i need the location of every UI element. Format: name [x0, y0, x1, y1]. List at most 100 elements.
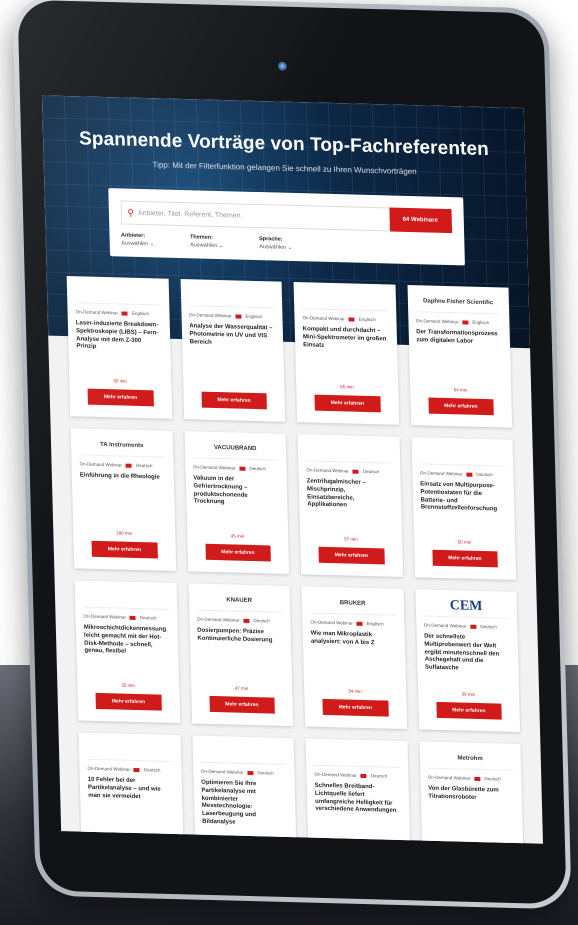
more-info-button[interactable]: Mehr erfahren — [201, 391, 267, 410]
webinar-card[interactable]: On-Demand Webinar Englisch Kompakt und dur… — [293, 281, 399, 425]
webinar-type: On-Demand Webinar — [427, 774, 471, 781]
search-input[interactable]: ⚲ Anbieter, Titel, Referent, Themen — [120, 200, 390, 232]
card-meta: On-Demand Webinar Englisch — [302, 315, 388, 322]
filter-provider-value: Auswählen ⌄ — [121, 240, 155, 248]
webinar-type: On-Demand Webinar — [79, 461, 123, 468]
webinar-card[interactable]: On-Demand Webinar Deutsch Zentrifugalmisch… — [297, 434, 403, 577]
webinar-title: Mikroschichtdickenmessung leicht gemacht… — [83, 624, 167, 656]
card-meta: On-Demand Webinar Deutsch — [428, 775, 514, 782]
webinar-language: Deutsch — [257, 770, 274, 776]
provider-logo — [74, 282, 161, 306]
flag-icon — [247, 770, 254, 775]
webinar-card[interactable]: On-Demand Webinar Englisch Laser-induziert… — [66, 276, 172, 419]
webinar-duration: 45 min — [230, 533, 245, 539]
filter-panel: ⚲ Anbieter, Titel, Referent, Themen 64 W… — [107, 188, 465, 266]
webinar-card[interactable]: CEM On-Demand Webinar Deutsch Der schnellst… — [414, 589, 521, 733]
webinar-duration: 50 min — [457, 539, 472, 545]
provider-logo — [301, 288, 388, 312]
webinar-title: Zentrifugalmischer – Mischprinzip, Einsa… — [306, 478, 366, 509]
webinar-type: On-Demand Webinar — [196, 616, 240, 623]
webinar-card[interactable]: TA Instruments On-Demand Webinar Deutsch Ei… — [70, 428, 176, 571]
filter-language-label: Sprache: — [259, 236, 283, 243]
webinar-card[interactable]: On-Demand Webinar Deutsch 10 Fehler bei de… — [78, 732, 184, 844]
webinar-title: Der schnellste Multiprobenwert der Welt … — [424, 633, 500, 672]
tablet-bezel: Spannende Vorträge von Top-Fachreferente… — [17, 0, 567, 905]
webinar-language: Englisch — [245, 313, 263, 320]
card-meta: On-Demand Webinar Englisch — [310, 620, 396, 627]
more-info-button[interactable]: Mehr erfahren — [427, 397, 494, 416]
webinar-duration: 35 min — [121, 682, 135, 688]
webinar-title: 10 Fehler bei der Partikelanalyse – und … — [87, 776, 161, 800]
provider-logo — [188, 285, 275, 309]
webinar-language: Englisch — [472, 319, 490, 326]
more-info-button[interactable]: Mehr erfahren — [204, 543, 271, 562]
more-info-button[interactable]: Mehr erfahren — [208, 695, 275, 714]
webinar-type: On-Demand Webinar — [423, 622, 467, 629]
provider-logo: KNAUER — [196, 589, 283, 613]
filter-language-value: Auswählen ⌄ — [259, 244, 293, 251]
webinar-title: Optimieren Sie Ihre Partikelanalyse mit … — [201, 779, 257, 826]
more-info-button[interactable]: Mehr erfahren — [435, 701, 502, 720]
provider-logo: TA Instruments — [78, 434, 165, 458]
webinar-duration: 34 min — [348, 688, 362, 694]
card-meta: On-Demand Webinar Deutsch — [197, 617, 283, 624]
webinar-card[interactable]: On-Demand Webinar Deutsch Optimieren Sie I… — [192, 735, 298, 844]
webinar-language: Deutsch — [370, 773, 388, 779]
search-row: ⚲ Anbieter, Titel, Referent, Themen 64 W… — [120, 200, 452, 234]
webinar-type: On-Demand Webinar — [87, 765, 130, 772]
webinar-card[interactable]: On-Demand Webinar Englisch Analyse der Was… — [180, 279, 286, 422]
webinar-language: Deutsch — [139, 615, 157, 621]
more-info-button[interactable]: Mehr erfahren — [87, 388, 154, 407]
provider-logo — [200, 741, 287, 765]
card-meta: On-Demand Webinar Englisch — [189, 312, 275, 319]
more-info-button[interactable]: Mehr erfahren — [95, 692, 162, 711]
filter-provider[interactable]: Anbieter: Auswählen ⌄ — [121, 232, 154, 247]
webinar-type: On-Demand Webinar — [419, 470, 463, 477]
provider-logo: CEM — [423, 595, 510, 619]
flag-icon — [125, 463, 133, 468]
flag-icon — [129, 615, 136, 620]
search-placeholder: Anbieter, Titel, Referent, Themen — [137, 209, 241, 220]
chevron-down-icon: ⌄ — [149, 241, 155, 248]
webinar-duration: 54 min — [453, 387, 468, 393]
more-info-button[interactable]: Mehr erfahren — [431, 549, 498, 568]
card-meta: On-Demand Webinar Deutsch — [201, 769, 287, 776]
more-info-button[interactable]: Mehr erfahren — [91, 540, 158, 559]
webinar-card[interactable]: On-Demand Webinar Deutsch Mikroschichtdick… — [74, 580, 180, 724]
webinar-card[interactable]: BRUKER On-Demand Webinar Englisch Wie man M… — [301, 586, 407, 730]
webinar-title: Analyse der Wasserqualität – Photometrie… — [189, 323, 273, 346]
webinar-duration: 32 min — [113, 378, 127, 384]
webinar-type: On-Demand Webinar — [75, 309, 119, 316]
webinar-card[interactable]: KNAUER On-Demand Webinar Deutsch Dosierpump… — [188, 583, 294, 727]
webinar-language: Deutsch — [249, 465, 266, 472]
search-button[interactable]: 64 Webinare — [388, 207, 452, 234]
webinar-type: On-Demand Webinar — [314, 771, 357, 778]
webinar-card[interactable]: On-Demand Webinar Deutsch Schnelles Breitb… — [305, 738, 411, 844]
webinar-language: Englisch — [366, 621, 384, 627]
more-info-button[interactable]: Mehr erfahren — [314, 394, 381, 413]
provider-logo: Metrohm — [427, 747, 514, 771]
flag-icon — [474, 776, 481, 781]
webinar-card[interactable]: Daphne Fisher Scientific On-Demand Webina… — [407, 284, 513, 428]
webinar-title: Schnelles Breitband-Lichtquelle liefert … — [314, 782, 397, 815]
webinar-type: On-Demand Webinar — [306, 467, 349, 474]
card-meta: On-Demand Webinar Deutsch — [420, 470, 506, 477]
more-info-button[interactable]: Mehr erfahren — [322, 698, 389, 717]
filter-dropdowns: Anbieter: Auswählen ⌄ Themen: Auswählen … — [121, 232, 452, 255]
webinar-type: On-Demand Webinar — [302, 315, 345, 322]
webinar-title: Vakuum in der Gefriertrocknung – produkt… — [193, 475, 248, 506]
provider-logo — [82, 586, 169, 610]
card-meta: On-Demand Webinar Deutsch — [79, 461, 165, 468]
webinar-language: Deutsch — [476, 471, 493, 478]
more-info-button[interactable]: Mehr erfahren — [318, 546, 385, 565]
webinar-card[interactable]: Metrohm On-Demand Webinar Deutsch Von der G… — [418, 741, 525, 844]
filter-language[interactable]: Sprache: Auswählen ⌄ — [259, 236, 292, 251]
tablet-screen: Spannende Vorträge von Top-Fachreferente… — [41, 95, 543, 844]
webinar-card[interactable]: On-Demand Webinar Deutsch Einsatz von Mult… — [410, 437, 517, 580]
filter-topic[interactable]: Themen: Auswählen ⌄ — [190, 234, 223, 249]
webinar-language: Englisch — [358, 316, 376, 323]
provider-logo — [86, 738, 173, 762]
webinar-duration: 180 min — [115, 530, 133, 536]
webinar-card[interactable]: VACUUBRAND On-Demand Webinar Deutsch Vakuum… — [184, 431, 290, 574]
webinar-language: Deutsch — [135, 462, 153, 469]
